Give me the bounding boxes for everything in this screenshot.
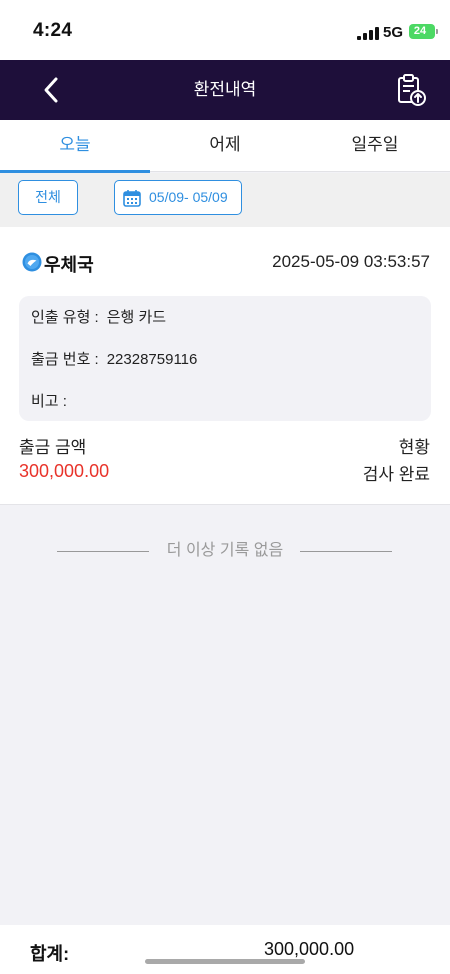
tab-yesterday[interactable]: 어제 bbox=[150, 120, 300, 172]
total-value: 300,000.00 bbox=[264, 939, 355, 959]
date-tabs: 오늘 어제 일주일 bbox=[0, 120, 450, 173]
remark-label: 비고 : bbox=[31, 393, 67, 410]
date-range-button[interactable]: 05/09- 05/09 bbox=[114, 180, 242, 215]
clipboard-upload-icon bbox=[398, 74, 426, 106]
chevron-left-icon bbox=[44, 77, 58, 103]
amount-value: 300,000.00 bbox=[19, 461, 110, 481]
withdraw-number-value: 22328759116 bbox=[106, 351, 198, 368]
list-end-marker: 더 이상 기록 없음 bbox=[0, 538, 450, 564]
bank-name: 우체국 bbox=[44, 255, 94, 275]
tab-label: 일주일 bbox=[351, 135, 399, 154]
withdraw-number-row: 출금 번호 : 22328759116 bbox=[31, 348, 197, 369]
nav-bar: 환전내역 bbox=[0, 60, 450, 120]
status-bar: 4:24 5G 24 bbox=[0, 0, 450, 60]
battery-level: 24 bbox=[413, 25, 427, 37]
tab-week[interactable]: 일주일 bbox=[300, 120, 450, 172]
divider-right bbox=[300, 551, 392, 552]
battery-cap bbox=[436, 29, 438, 34]
back-button[interactable] bbox=[36, 74, 68, 106]
status-value: 검사 완료 bbox=[362, 465, 430, 484]
tab-label: 어제 bbox=[209, 135, 241, 154]
withdraw-number-label: 출금 번호 : bbox=[31, 351, 99, 368]
post-office-icon bbox=[22, 252, 42, 272]
tab-label: 오늘 bbox=[59, 135, 91, 154]
filter-bar: 전체 05/09- 05/09 bbox=[0, 173, 450, 227]
filter-all-button[interactable]: 전체 bbox=[18, 180, 78, 215]
status-time: 4:24 bbox=[33, 20, 73, 41]
record-timestamp: 2025-05-09 03:53:57 bbox=[272, 252, 430, 271]
withdraw-type-label: 인출 유형 : bbox=[31, 309, 99, 326]
status-label: 현황 bbox=[398, 438, 430, 457]
network-type: 5G bbox=[383, 24, 404, 41]
battery-icon: 24 bbox=[409, 24, 435, 39]
calendar-icon bbox=[123, 190, 141, 207]
remark-row: 비고 : bbox=[31, 390, 75, 411]
total-label: 합계: bbox=[30, 944, 70, 964]
tab-today[interactable]: 오늘 bbox=[0, 120, 150, 173]
withdrawal-record[interactable]: 우체국 2025-05-09 03:53:57 인출 유형 : 은행 카드 출금 … bbox=[0, 227, 450, 505]
signal-strength-icon bbox=[357, 27, 379, 40]
date-range-label: 05/09- 05/09 bbox=[149, 189, 228, 205]
withdraw-type-row: 인출 유형 : 은행 카드 bbox=[31, 306, 166, 327]
withdraw-type-value: 은행 카드 bbox=[106, 309, 167, 326]
home-indicator[interactable] bbox=[145, 959, 305, 964]
summary-footer: 합계: 300,000.00 bbox=[0, 925, 450, 974]
record-details: 인출 유형 : 은행 카드 출금 번호 : 22328759116 비고 : bbox=[19, 296, 431, 421]
export-record-button[interactable] bbox=[392, 73, 428, 107]
amount-label: 출금 금액 bbox=[19, 438, 87, 457]
